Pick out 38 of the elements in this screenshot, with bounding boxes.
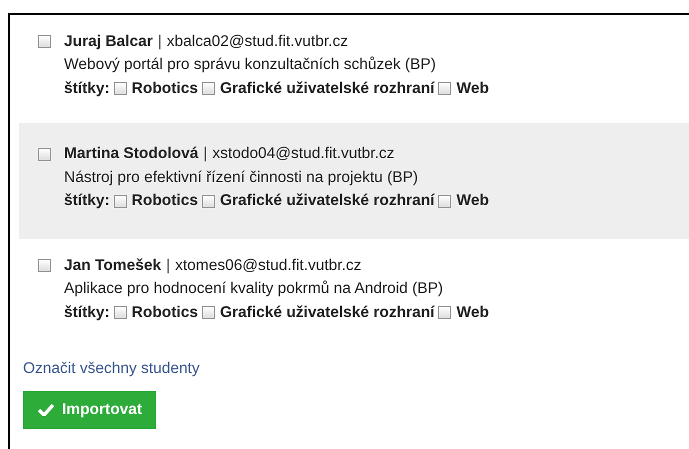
tag-label: Web [456, 192, 489, 210]
checkbox[interactable] [38, 35, 51, 48]
checkbox[interactable] [202, 194, 215, 208]
tags-label: štítky: [64, 80, 110, 98]
checkbox[interactable] [38, 148, 51, 161]
tags-label: štítky: [64, 192, 110, 210]
tags-label: štítky: [64, 304, 110, 322]
student-name: Jan Tomešek [64, 256, 162, 275]
thesis-title: Aplikace pro hodnocení kvality pokrmů na Android (BP) [64, 280, 444, 298]
tag-label: Robotics [132, 192, 198, 210]
checkbox[interactable] [438, 82, 452, 96]
tag-label: Web [456, 80, 489, 98]
tag-label: Grafické uživatelské rozhraní [220, 304, 434, 322]
thesis-title: Nástroj pro efektivní řízení činnosti na projektu (BP) [64, 168, 418, 187]
separator: | [166, 256, 170, 275]
tag-label: Grafické uživatelské rozhraní [220, 80, 434, 98]
checkbox[interactable] [114, 306, 127, 320]
student-name: Juraj Balcar [64, 32, 153, 51]
student-email: xbalca02@stud.fit.vutbr.cz [166, 32, 348, 51]
checkbox[interactable] [438, 194, 452, 208]
checkbox[interactable] [438, 306, 452, 320]
checkbox[interactable] [202, 306, 215, 320]
select-all-link[interactable]: Označit všechny studenty [23, 360, 200, 378]
separator: | [203, 145, 208, 164]
checkbox[interactable] [202, 82, 215, 96]
checkbox[interactable] [114, 194, 127, 208]
separator: | [158, 32, 162, 51]
checkbox[interactable] [114, 82, 127, 96]
tag-label: Grafické uživatelské rozhraní [220, 192, 434, 210]
checkbox[interactable] [38, 259, 51, 272]
student-email: xstodo04@stud.fit.vutbr.cz [212, 145, 394, 164]
tag-label: Web [456, 304, 489, 322]
student-name: Martina Stodolová [64, 145, 198, 164]
thesis-title: Webový portál pro správu konzultačních schůzek (BP) [64, 56, 436, 74]
tag-label: Robotics [132, 304, 198, 322]
student-email: xtomes06@stud.fit.vutbr.cz [175, 256, 362, 275]
tag-label: Robotics [132, 80, 198, 98]
check-icon [38, 403, 54, 416]
